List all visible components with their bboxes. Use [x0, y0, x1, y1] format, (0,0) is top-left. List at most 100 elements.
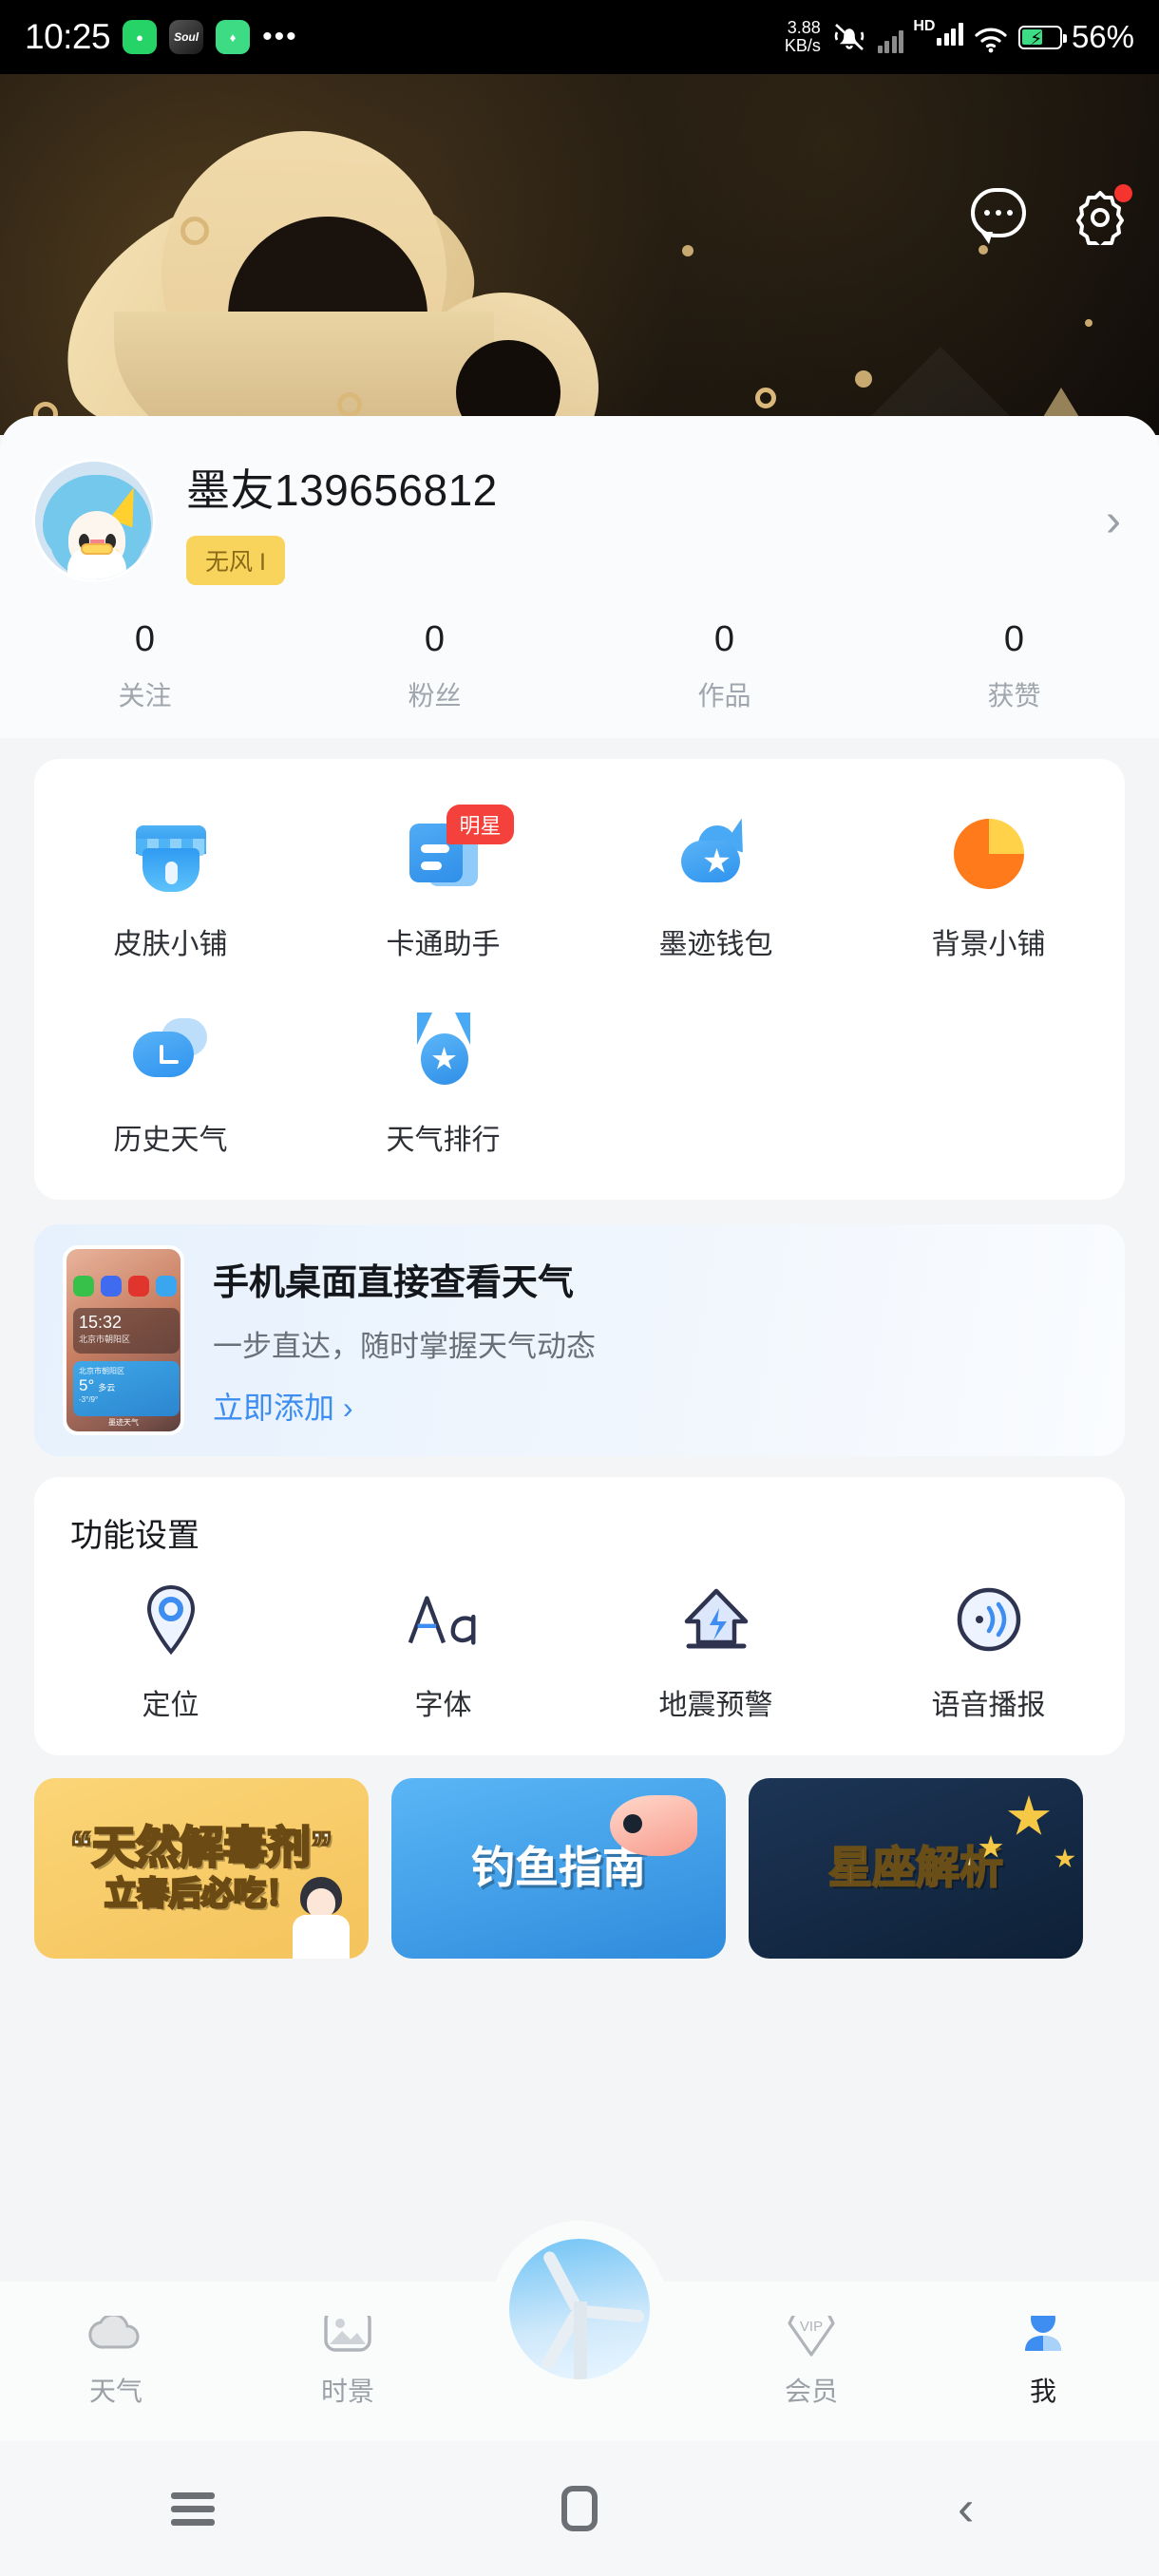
star-decor-3	[1054, 1848, 1075, 1868]
stat-works[interactable]: 0 作品	[580, 619, 869, 713]
message-bubble-icon	[971, 188, 1026, 244]
setting-label: 字体	[414, 1690, 472, 1721]
phone-app-name: 墨迹天气	[108, 1418, 139, 1427]
message-button[interactable]	[971, 188, 1030, 247]
tab-label: 我	[1029, 2377, 1056, 2406]
service-label: 背景小铺	[931, 929, 1046, 960]
banner-actions	[971, 184, 1132, 250]
tab-label: 天气	[88, 2377, 142, 2406]
service-history-weather[interactable]: 历史天气	[34, 983, 307, 1179]
settings-badge-dot	[1114, 184, 1132, 202]
promo-card-zodiac[interactable]: 星座解析	[749, 1778, 1083, 1959]
stat-value: 0	[713, 619, 735, 659]
banner-dot-1	[682, 245, 694, 256]
fish-illustration	[610, 1795, 697, 1856]
service-label: 天气排行	[386, 1125, 501, 1156]
promo-card-detox[interactable]: “天然解毒剂” 立春后必吃！	[34, 1778, 369, 1959]
wallet-cloud-icon	[671, 808, 762, 900]
shop-icon	[125, 808, 217, 900]
font-aa-icon	[403, 1579, 484, 1660]
voice-broadcast-icon	[948, 1579, 1030, 1660]
status-app-icon-soul: Soul	[169, 20, 204, 54]
android-nav-bar: ‹	[0, 2441, 1159, 2576]
avatar-collar	[81, 543, 113, 555]
stat-likes[interactable]: 0 获赞	[869, 619, 1159, 713]
phone-app-row	[73, 1276, 177, 1297]
widget-promo-text: 手机桌面直接查看天气 一步直达，随时掌握天气动态 立即添加 ›	[213, 1253, 596, 1428]
status-time: 10:25	[25, 17, 111, 56]
back-icon[interactable]: ‹	[933, 2475, 999, 2542]
home-icon[interactable]	[546, 2475, 613, 2542]
profile-row[interactable]: 墨友139656812 无风 I ›	[0, 456, 1159, 585]
service-weather-ranking[interactable]: 天气排行	[307, 983, 580, 1179]
profile-banner	[0, 74, 1159, 435]
stat-value: 0	[134, 619, 156, 659]
service-label: 卡通助手	[386, 929, 501, 960]
setting-voice-broadcast[interactable]: 语音播报	[852, 1579, 1125, 1723]
phone-weather-widget: 北京市朝阳区 5° 多云 -3°/9°	[73, 1361, 180, 1416]
settings-grid: 定位 字体 地震预警 语音播报	[34, 1565, 1125, 1755]
service-empty-2	[852, 983, 1125, 1179]
vip-icon: VIP	[782, 2302, 841, 2358]
wifi-icon	[973, 21, 1009, 53]
stat-following[interactable]: 0 关注	[0, 619, 290, 713]
settings-button[interactable]	[1072, 184, 1132, 250]
service-label: 历史天气	[113, 1125, 228, 1156]
promo-card-title: “天然解毒剂”	[69, 1822, 334, 1872]
star-decor-1	[1007, 1795, 1051, 1835]
mute-bell-icon	[830, 21, 868, 53]
person-icon	[1014, 2302, 1073, 2358]
earthquake-alert-icon	[675, 1579, 757, 1660]
level-badge: 无风 I	[186, 536, 285, 585]
service-cartoon-assistant[interactable]: 明星 卡通助手	[307, 787, 580, 983]
tab-weather[interactable]: 天气	[0, 2302, 232, 2409]
avatar[interactable]	[32, 459, 156, 582]
status-bar: 10:25 ● Soul ♦ ••• 3.88 KB/s HD ⚡ 56%	[0, 0, 1159, 74]
service-label: 墨迹钱包	[658, 929, 773, 960]
battery-charging-icon: ⚡	[1017, 25, 1067, 49]
profile-card[interactable]: 墨友139656812 无风 I › 0 关注 0 粉丝 0 作品 0 获赞	[0, 416, 1159, 738]
center-fab-button[interactable]	[491, 2221, 668, 2397]
tab-me[interactable]: 我	[927, 2302, 1159, 2409]
phone-clock-widget: 15:32 北京市朝阳区	[73, 1308, 180, 1354]
service-moji-wallet[interactable]: 墨迹钱包	[580, 787, 852, 983]
stat-fans[interactable]: 0 粉丝	[290, 619, 580, 713]
setting-earthquake-alert[interactable]: 地震预警	[580, 1579, 852, 1723]
pie-palette-icon	[943, 808, 1035, 900]
services-card: 皮肤小铺 明星 卡通助手 墨迹钱包 背景小铺 历史天气 天气排行	[34, 759, 1125, 1200]
setting-font[interactable]: 字体	[307, 1579, 580, 1723]
card-assistant-icon: 明星	[398, 805, 514, 900]
setting-location[interactable]: 定位	[34, 1579, 307, 1723]
service-skin-shop[interactable]: 皮肤小铺	[34, 787, 307, 983]
banner-ring-1	[180, 217, 209, 245]
widget-promo-subtitle: 一步直达，随时掌握天气动态	[213, 1330, 596, 1363]
stat-label: 获赞	[987, 681, 1041, 710]
tab-vip[interactable]: VIP 会员	[695, 2302, 927, 2409]
recents-icon[interactable]	[160, 2475, 226, 2542]
service-label: 皮肤小铺	[113, 929, 228, 960]
content-sheet: 墨友139656812 无风 I › 0 关注 0 粉丝 0 作品 0 获赞 皮…	[0, 416, 1159, 2576]
service-background-shop[interactable]: 背景小铺	[852, 787, 1125, 983]
settings-card: 功能设置 定位 字体 地震预警 语音播报	[34, 1477, 1125, 1755]
settings-section-title: 功能设置	[70, 1518, 200, 1554]
setting-label: 地震预警	[658, 1690, 773, 1721]
chevron-right-icon[interactable]: ›	[1106, 495, 1127, 547]
cloud-clock-icon	[125, 1004, 217, 1095]
widget-promo-link[interactable]: 立即添加 ›	[213, 1384, 596, 1428]
phone-preview-image: 15:32 北京市朝阳区 北京市朝阳区 5° 多云 -3°/9° 墨迹天气	[63, 1245, 184, 1435]
tab-live-view[interactable]: 时景	[232, 2302, 464, 2409]
tab-label: 会员	[784, 2377, 838, 2406]
tab-label: 时景	[320, 2377, 374, 2406]
profile-info: 墨友139656812 无风 I	[186, 456, 1106, 585]
doctor-illustration	[291, 1877, 353, 1959]
stat-label: 粉丝	[408, 681, 462, 710]
profile-stats: 0 关注 0 粉丝 0 作品 0 获赞	[0, 619, 1159, 713]
status-bar-right: 3.88 KB/s HD ⚡ 56%	[785, 19, 1134, 55]
svg-text:VIP: VIP	[800, 2319, 823, 2335]
stat-label: 关注	[118, 681, 172, 710]
promo-card-fishing[interactable]: 钓鱼指南	[391, 1778, 726, 1959]
service-empty-1	[580, 983, 852, 1179]
widget-promo-card[interactable]: 15:32 北京市朝阳区 北京市朝阳区 5° 多云 -3°/9° 墨迹天气 手机…	[34, 1224, 1125, 1456]
banner-dot-3	[1085, 319, 1092, 327]
stat-value: 0	[1003, 619, 1025, 659]
